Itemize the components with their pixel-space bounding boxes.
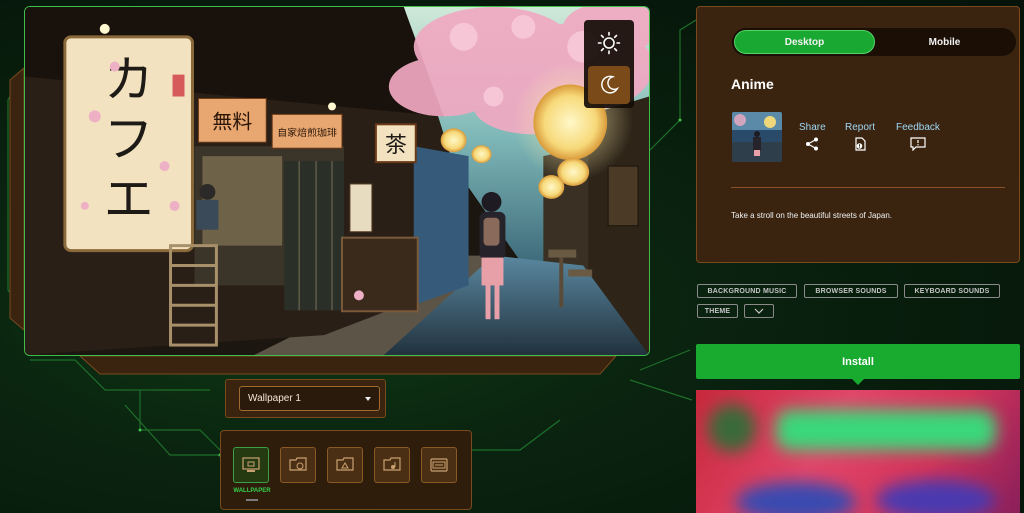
report-label: Report <box>845 122 876 133</box>
cafe-sign-char-3: エ <box>104 170 154 228</box>
tray-keyboard-sounds-button[interactable] <box>374 447 410 483</box>
browser-sounds-icon <box>289 457 307 471</box>
feedback-label: Feedback <box>896 122 940 133</box>
tray-active-indicator <box>246 499 258 501</box>
install-button[interactable]: Install <box>696 344 1020 379</box>
tab-desktop[interactable]: Desktop <box>734 30 875 54</box>
report-icon <box>855 137 866 151</box>
tags-expand-button[interactable] <box>744 304 774 318</box>
share-button[interactable]: Share <box>799 122 826 151</box>
tray-wallpaper-button[interactable] <box>233 447 269 483</box>
tray-background-music-button[interactable] <box>327 447 363 483</box>
tag-background-music[interactable]: BACKGROUND MUSIC <box>697 284 797 298</box>
sun-icon <box>597 31 621 55</box>
report-button[interactable]: Report <box>845 122 875 151</box>
tea-sign-text: 茶 <box>385 133 407 158</box>
wallpaper-select[interactable]: Wallpaper 1 <box>239 386 380 411</box>
tag-theme[interactable]: THEME <box>697 304 738 318</box>
cafe-sign-char-1: カ <box>104 51 154 109</box>
anime-street-scene: カ フ エ 無料 自家焙煎珈琲 茶 <box>25 7 649 355</box>
info-divider <box>731 187 1005 188</box>
feedback-button[interactable]: Feedback <box>896 122 940 151</box>
coffee-sign-text: 自家焙煎珈琲 <box>277 126 337 139</box>
theme-toggle <box>584 20 634 108</box>
wallpaper-icon <box>242 457 260 472</box>
promo-banner[interactable] <box>696 390 1020 513</box>
wallpaper-preview: カ フ エ 無料 自家焙煎珈琲 茶 <box>24 6 650 356</box>
background-music-icon <box>336 457 354 471</box>
tag-browser-sounds[interactable]: BROWSER SOUNDS <box>804 284 898 298</box>
keyboard-sounds-icon <box>383 457 401 471</box>
feedback-icon <box>910 137 926 151</box>
share-icon <box>806 137 819 151</box>
tab-mobile[interactable]: Mobile <box>875 30 1014 54</box>
tray-browser-sounds-button[interactable] <box>280 447 316 483</box>
share-label: Share <box>799 122 826 133</box>
device-switch: Desktop Mobile <box>732 28 1016 56</box>
chevron-down-icon <box>754 308 764 314</box>
cafe-sign-char-2: フ <box>104 110 154 168</box>
chevron-down-icon <box>365 396 371 401</box>
tag-keyboard-sounds[interactable]: KEYBOARD SOUNDS <box>904 284 1000 298</box>
tray-active-label: WALLPAPER <box>233 488 271 494</box>
theme-title: Anime <box>731 76 774 92</box>
moon-icon <box>601 75 620 94</box>
theme-description: Take a stroll on the beautiful streets o… <box>731 211 892 220</box>
wallpaper-select-value: Wallpaper 1 <box>248 393 301 404</box>
dark-mode-button[interactable] <box>588 66 630 104</box>
tray-theme-button[interactable] <box>421 447 457 483</box>
light-mode-button[interactable] <box>588 24 630 62</box>
install-pointer <box>852 379 864 385</box>
theme-icon <box>430 458 448 472</box>
theme-thumbnail <box>732 112 782 162</box>
menu-sign-text: 無料 <box>212 110 252 133</box>
